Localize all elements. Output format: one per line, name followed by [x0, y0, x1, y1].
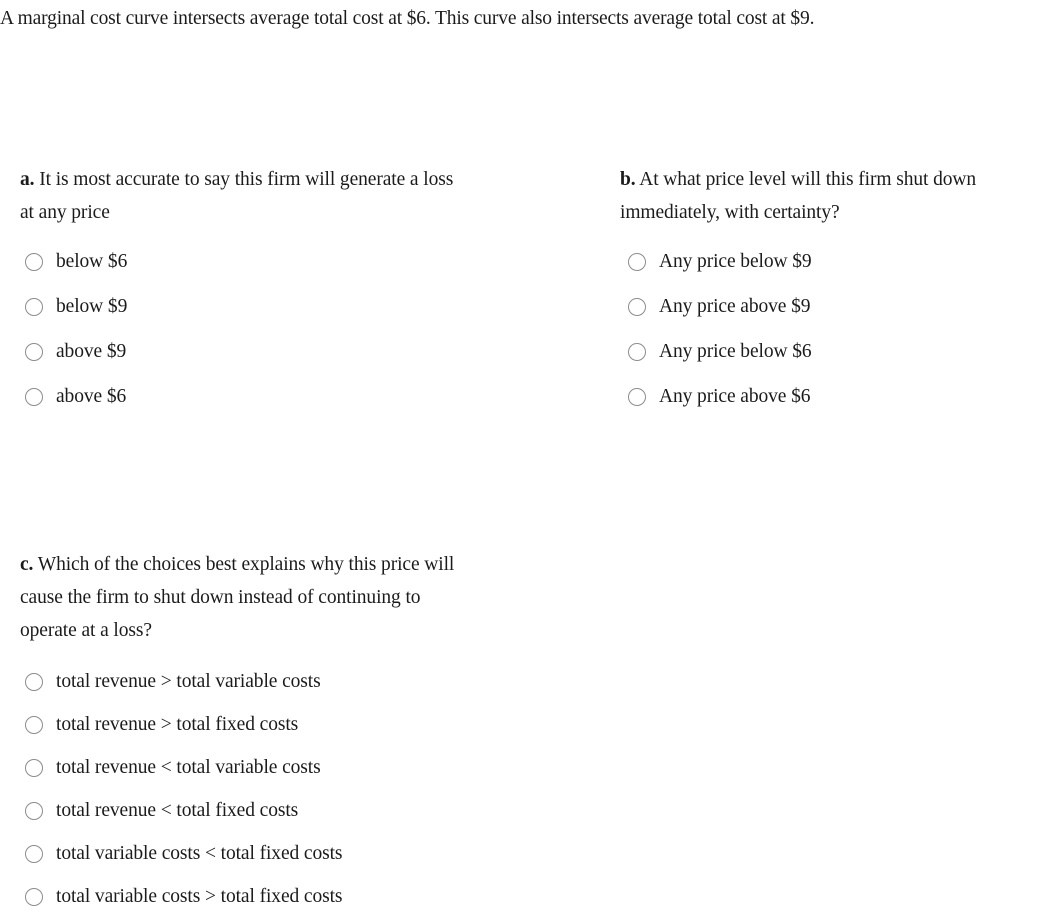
question-c-stem: c. Which of the choices best explains wh…: [20, 548, 580, 647]
question-a-tag: a.: [20, 169, 35, 190]
radio-button-icon[interactable]: [628, 252, 646, 271]
question-c-option-1[interactable]: total revenue > total variable costs: [25, 660, 580, 703]
question-b-option-3-label: Any price below $6: [659, 340, 812, 362]
question-c-option-1-label: total revenue > total variable costs: [56, 670, 321, 692]
question-prompt: A marginal cost curve intersects average…: [0, 8, 815, 29]
question-c-option-4-label: total revenue < total fixed costs: [56, 799, 299, 821]
radio-button-icon[interactable]: [25, 715, 43, 734]
question-b-option-1[interactable]: Any price below $9: [628, 239, 1052, 284]
question-b-option-3[interactable]: Any price below $6: [628, 329, 1052, 374]
question-c-option-6-label: total variable costs > total fixed costs: [56, 885, 343, 907]
question-c-options: total revenue > total variable costs tot…: [25, 660, 580, 918]
question-a-option-4-label: above $6: [56, 385, 127, 407]
question-a-stem-line-1: It is most accurate to say this firm wil…: [39, 169, 454, 190]
question-c-option-3[interactable]: total revenue < total variable costs: [25, 746, 580, 789]
question-a-stem: a. It is most accurate to say this firm …: [20, 163, 580, 229]
question-b-option-2-label: Any price above $9: [659, 295, 811, 317]
radio-button-icon[interactable]: [628, 387, 646, 406]
question-c-option-2[interactable]: total revenue > total fixed costs: [25, 703, 580, 746]
radio-button-icon[interactable]: [25, 758, 43, 777]
question-a-option-3[interactable]: above $9: [25, 329, 580, 374]
question-c-option-5-label: total variable costs < total fixed costs: [56, 842, 343, 864]
radio-button-icon[interactable]: [25, 342, 43, 361]
question-a-stem-line-2: at any price: [20, 202, 110, 223]
radio-button-icon[interactable]: [628, 297, 646, 316]
question-b-tag: b.: [620, 169, 636, 190]
question-c-tag: c.: [20, 554, 34, 575]
radio-button-icon[interactable]: [25, 387, 43, 406]
radio-button-icon[interactable]: [25, 801, 43, 820]
radio-button-icon[interactable]: [25, 297, 43, 316]
question-c-option-6[interactable]: total variable costs > total fixed costs: [25, 875, 580, 918]
question-b-stem-line-1: At what price level will this firm shut …: [639, 169, 977, 190]
question-b-option-4[interactable]: Any price above $6: [628, 374, 1052, 419]
question-b-stem: b. At what price level will this firm sh…: [620, 163, 1052, 229]
question-c-stem-line-1: Which of the choices best explains why t…: [37, 554, 455, 575]
question-b-option-1-label: Any price below $9: [659, 250, 812, 272]
question-b-stem-line-2: immediately, with certainty?: [620, 202, 840, 223]
question-c: c. Which of the choices best explains wh…: [20, 548, 580, 918]
radio-button-icon[interactable]: [25, 844, 43, 863]
question-b-options: Any price below $9 Any price above $9 An…: [628, 239, 1052, 419]
question-c-stem-line-2: cause the firm to shut down instead of c…: [20, 587, 421, 608]
question-a-option-2-label: below $9: [56, 295, 128, 317]
question-c-stem-line-3: operate at a loss?: [20, 620, 152, 641]
question-c-option-3-label: total revenue < total variable costs: [56, 756, 321, 778]
question-a-option-1[interactable]: below $6: [25, 239, 580, 284]
radio-button-icon[interactable]: [628, 342, 646, 361]
question-c-option-2-label: total revenue > total fixed costs: [56, 713, 299, 735]
question-c-option-5[interactable]: total variable costs < total fixed costs: [25, 832, 580, 875]
question-a: a. It is most accurate to say this firm …: [20, 163, 580, 419]
question-a-option-2[interactable]: below $9: [25, 284, 580, 329]
question-b-option-2[interactable]: Any price above $9: [628, 284, 1052, 329]
question-b: b. At what price level will this firm sh…: [620, 163, 1052, 419]
question-a-option-1-label: below $6: [56, 250, 128, 272]
question-a-options: below $6 below $9 above $9 above $6: [25, 239, 580, 419]
question-a-option-4[interactable]: above $6: [25, 374, 580, 419]
question-b-option-4-label: Any price above $6: [659, 385, 811, 407]
question-a-option-3-label: above $9: [56, 340, 127, 362]
radio-button-icon[interactable]: [25, 252, 43, 271]
question-c-option-4[interactable]: total revenue < total fixed costs: [25, 789, 580, 832]
radio-button-icon[interactable]: [25, 672, 43, 691]
